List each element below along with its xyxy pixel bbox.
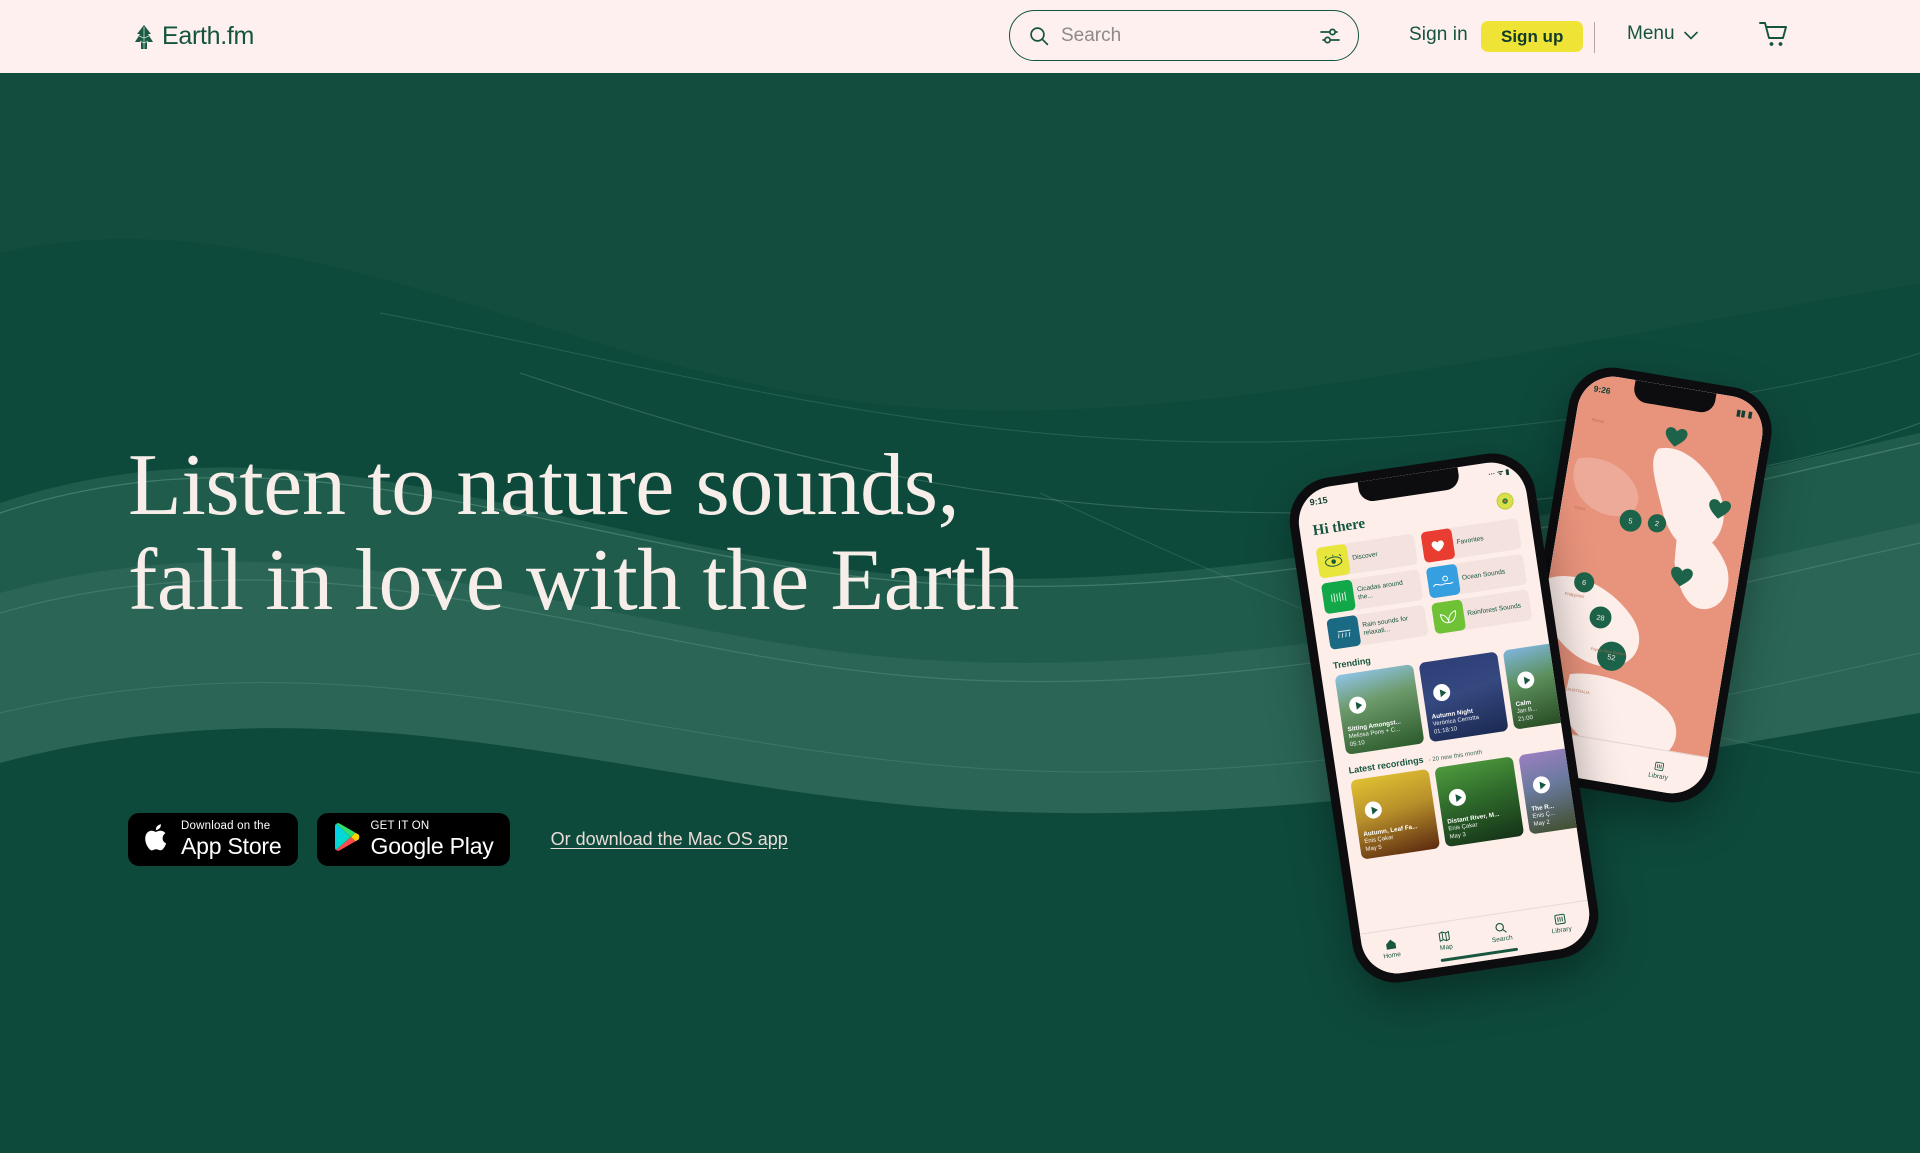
tile-rainforest-label: Rainforest Sounds bbox=[1466, 602, 1522, 618]
phone-map-nav-library[interactable]: Library bbox=[1648, 760, 1671, 782]
play-icon[interactable] bbox=[1363, 800, 1383, 820]
tile-favorites-label: Favorites bbox=[1456, 534, 1485, 546]
phone-nav-home[interactable]: Home bbox=[1381, 937, 1402, 961]
phone-home-bottom-nav: Home Map Search Library bbox=[1359, 899, 1595, 979]
filter-sliders-icon[interactable] bbox=[1319, 25, 1341, 47]
hero-section: Listen to nature sounds, fall in love wi… bbox=[0, 73, 1920, 1153]
menu-label: Menu bbox=[1627, 23, 1675, 44]
app-store-badge[interactable]: Download on the App Store bbox=[128, 813, 298, 866]
phone-nav-search[interactable]: Search bbox=[1489, 920, 1513, 944]
library-icon bbox=[1654, 761, 1665, 772]
phone-nav-map[interactable]: Map bbox=[1437, 929, 1453, 952]
hero-copy: Listen to nature sounds, fall in love wi… bbox=[128, 438, 1019, 628]
google-play-icon bbox=[333, 822, 360, 857]
tile-cicadas-label: Cicadas around the... bbox=[1356, 579, 1404, 601]
phone-nav-library-label: Library bbox=[1551, 925, 1573, 936]
wave-icon bbox=[1425, 563, 1461, 599]
tree-icon bbox=[133, 24, 155, 50]
search-bar[interactable] bbox=[1009, 10, 1359, 61]
play-icon[interactable] bbox=[1347, 695, 1368, 715]
cicada-icon bbox=[1320, 579, 1357, 615]
logo[interactable]: Earth.fm bbox=[133, 22, 254, 51]
tile-rain-label: Rain sounds for relaxati... bbox=[1361, 615, 1409, 637]
phone-nav-library[interactable]: Library bbox=[1549, 912, 1573, 936]
tile-discover-label: Discover bbox=[1351, 550, 1379, 562]
play-icon[interactable] bbox=[1432, 682, 1452, 703]
library-icon bbox=[1554, 913, 1566, 925]
heart-icon bbox=[1419, 527, 1456, 564]
mac-os-download-link[interactable]: Or download the Mac OS app bbox=[551, 829, 788, 850]
logo-text: Earth.fm bbox=[162, 22, 255, 50]
latest-card[interactable]: Distant River, M... Enis Çakar May 3 bbox=[1434, 756, 1525, 848]
search-input[interactable] bbox=[1061, 24, 1319, 47]
svg-text:28: 28 bbox=[1596, 613, 1605, 623]
trending-title: Trending bbox=[1332, 655, 1372, 671]
leaf-icon bbox=[1430, 599, 1466, 635]
sign-in-button[interactable]: Sign in bbox=[1409, 24, 1468, 46]
phone-home-body: Hi there Discover Favorites Cicadas arou… bbox=[1294, 458, 1595, 862]
phone-map-nav-library-label: Library bbox=[1647, 771, 1669, 782]
latest-card[interactable]: Autumn, Leaf Fa... Enis Çakar May 5 bbox=[1350, 768, 1441, 860]
search-icon bbox=[1495, 922, 1507, 933]
search-icon bbox=[1029, 26, 1049, 46]
play-icon[interactable] bbox=[1531, 775, 1552, 795]
map-icon bbox=[1439, 930, 1451, 942]
site-header: Earth.fm Sign in Sign up bbox=[0, 0, 1920, 73]
phone-mockups: 52 6 28 52 Russia China Philippines Papua Ne… bbox=[1280, 353, 1920, 1033]
quick-tiles: Discover Favorites Cicadas around the...… bbox=[1315, 517, 1533, 650]
hero-title-line-2: fall in love with the Earth bbox=[128, 532, 1019, 630]
app-store-small-label: Download on the bbox=[181, 819, 271, 832]
tile-ocean-label: Ocean Sounds bbox=[1461, 568, 1506, 582]
apple-icon bbox=[144, 822, 170, 858]
home-icon bbox=[1385, 939, 1396, 950]
rain-icon bbox=[1326, 614, 1362, 650]
header-divider bbox=[1594, 22, 1596, 53]
play-icon[interactable] bbox=[1516, 670, 1536, 690]
app-store-big-label: App Store bbox=[181, 833, 282, 860]
trending-card[interactable]: Sitting Amongst... Melissa Pons + C... 0… bbox=[1334, 664, 1425, 755]
trending-card-duration: 21:00 bbox=[1517, 714, 1534, 723]
hero-title-line-1: Listen to nature sounds, bbox=[128, 437, 960, 534]
shopping-cart-icon[interactable] bbox=[1755, 16, 1791, 52]
trending-card[interactable]: Autumn Night Verónica Cerrotta 01:18:10 bbox=[1418, 651, 1509, 743]
menu-button[interactable]: Menu bbox=[1627, 23, 1698, 45]
google-play-small-label: GET IT ON bbox=[370, 819, 430, 832]
play-icon[interactable] bbox=[1447, 787, 1468, 808]
google-play-badge[interactable]: GET IT ON Google Play bbox=[316, 813, 510, 866]
google-play-big-label: Google Play bbox=[370, 833, 494, 860]
chevron-down-icon bbox=[1683, 28, 1698, 40]
phone-nav-map-label: Map bbox=[1439, 943, 1454, 953]
phone-nav-search-label: Search bbox=[1491, 934, 1514, 945]
phone-nav-home-label: Home bbox=[1382, 951, 1402, 961]
sign-up-button[interactable]: Sign up bbox=[1481, 21, 1584, 52]
eye-icon bbox=[1315, 543, 1351, 579]
page-root: Earth.fm Sign in Sign up bbox=[0, 0, 1920, 1153]
download-badges: Download on the App Store GET IT ON Goog… bbox=[128, 813, 788, 866]
